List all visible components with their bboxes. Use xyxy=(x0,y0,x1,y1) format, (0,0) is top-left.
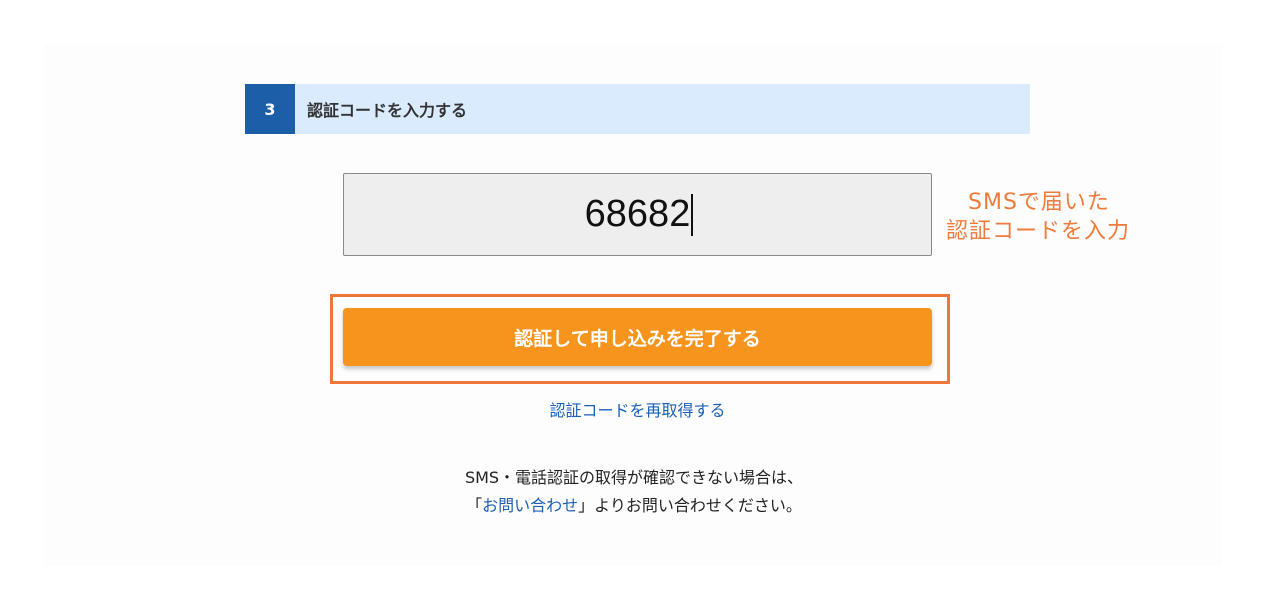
step-title: 認証コードを入力する xyxy=(307,101,468,120)
instruction-annotation: SMSで届いた 認証コードを入力 xyxy=(946,188,1146,246)
resend-code-link[interactable]: 認証コードを再取得する xyxy=(549,401,725,420)
notice-line-1: SMS・電話認証の取得が確認できない場合は、 xyxy=(464,468,804,487)
notice-line-2: 「お問い合わせ」よりお問い合わせください。 xyxy=(0,492,1268,520)
step-header: 3 認証コードを入力する xyxy=(245,84,1030,134)
text-caret xyxy=(691,194,693,236)
verification-code-input[interactable] xyxy=(343,173,932,256)
help-notice: SMS・電話認証の取得が確認できない場合は、 「お問い合わせ」よりお問い合わせく… xyxy=(0,464,1268,520)
step-number-badge: 3 xyxy=(245,84,295,134)
resend-code-row: 認証コードを再取得する xyxy=(0,397,1275,421)
contact-link[interactable]: お問い合わせ xyxy=(482,496,578,515)
annotation-line-2: 認証コードを入力 xyxy=(946,219,1131,244)
verify-and-complete-button[interactable]: 認証して申し込みを完了する xyxy=(343,308,932,366)
notice-line-2-text: 」よりお問い合わせください。 xyxy=(578,496,802,515)
bracket-open: 「 xyxy=(466,496,483,515)
annotation-line-1: SMSで届いた xyxy=(968,190,1110,215)
